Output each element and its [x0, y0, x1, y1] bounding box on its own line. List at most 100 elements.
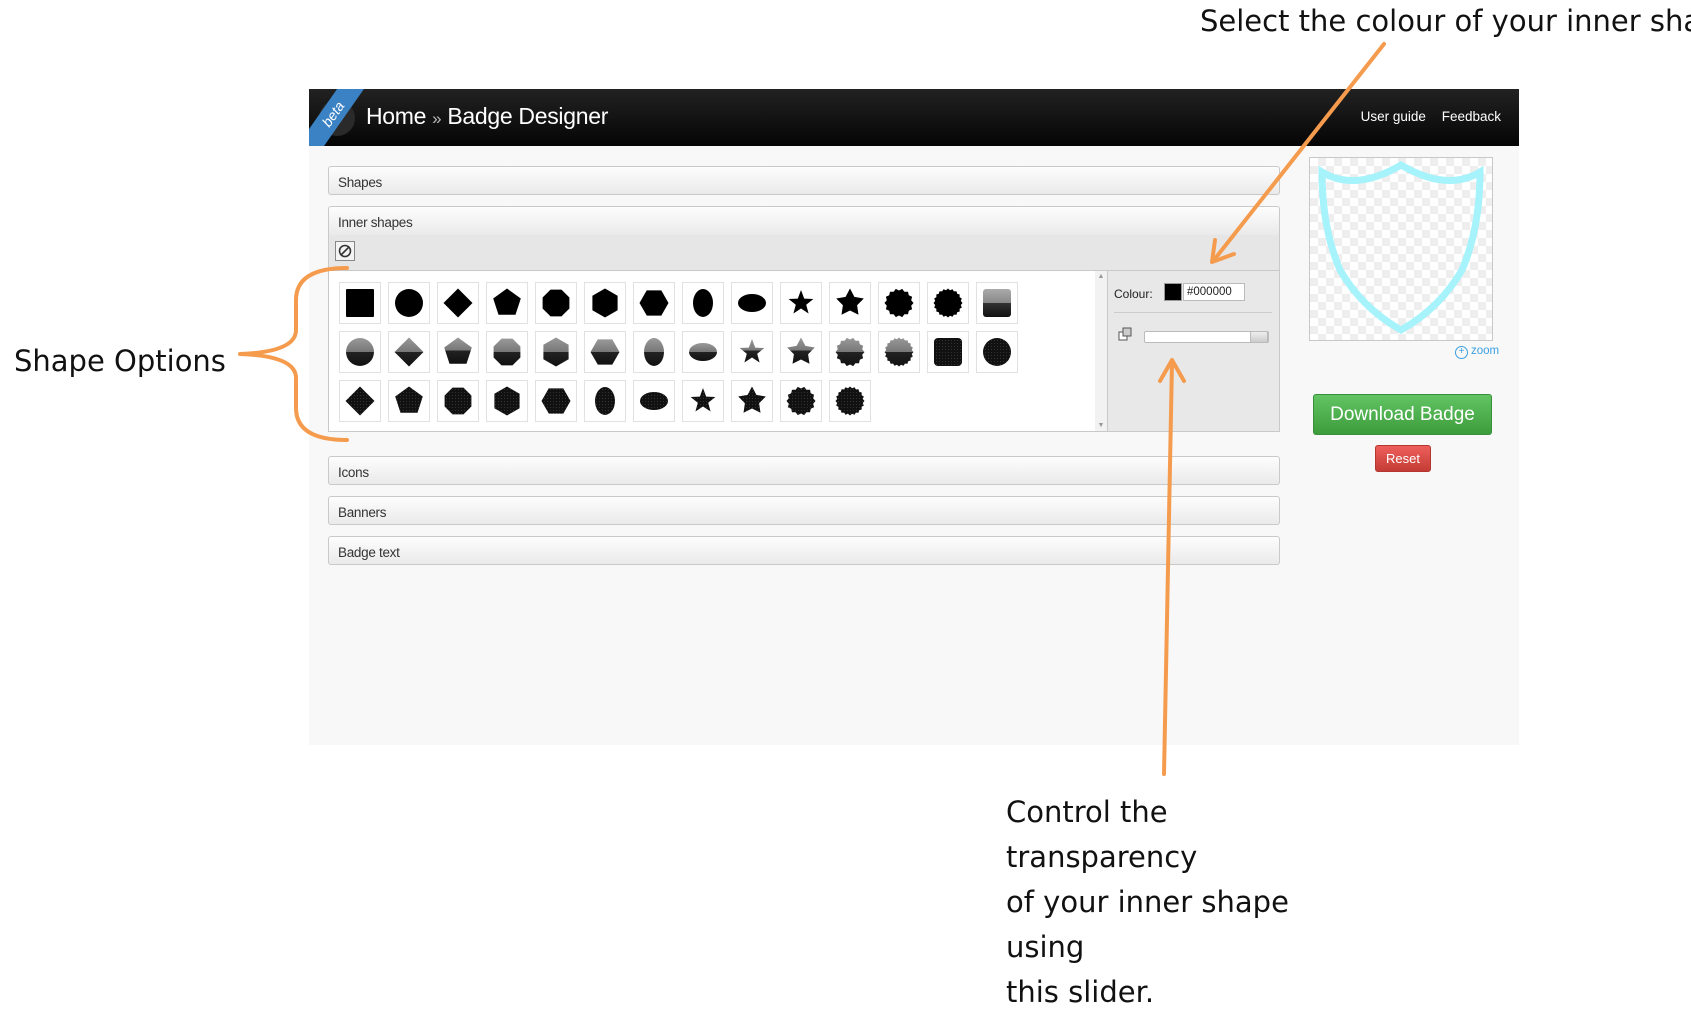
ellipse-v-gradient-icon: [644, 338, 664, 366]
opacity-icon: [1118, 327, 1132, 341]
octagon-texture-icon: [444, 387, 472, 415]
inner-shape-star5[interactable]: [780, 282, 822, 324]
scroll-up-icon[interactable]: ▲: [1097, 273, 1105, 280]
inner-shape-diamond[interactable]: [437, 282, 479, 324]
user-guide-link[interactable]: User guide: [1361, 109, 1426, 124]
inner-shape-hexagon-h-texture[interactable]: [535, 380, 577, 422]
breadcrumb: Home » Badge Designer: [366, 103, 608, 130]
download-badge-button[interactable]: Download Badge: [1313, 394, 1492, 435]
no-shape-icon: [338, 244, 352, 258]
circle-gradient-icon: [346, 338, 374, 366]
breadcrumb-home[interactable]: Home: [366, 103, 426, 129]
colour-swatch[interactable]: [1164, 283, 1182, 301]
hexagon-icon: [592, 288, 618, 318]
seal-gradient-icon: [835, 337, 865, 367]
breadcrumb-current: Badge Designer: [447, 103, 609, 129]
opacity-slider-handle[interactable]: [1250, 331, 1268, 343]
inner-shape-star6-texture[interactable]: [731, 380, 773, 422]
shield-preview-icon: [1318, 160, 1484, 335]
ellipse-v-icon: [693, 289, 713, 317]
inner-shape-diamond-gradient[interactable]: [388, 331, 430, 373]
section-icons[interactable]: Icons: [328, 456, 1280, 485]
inner-shapes-panel: ▲ ▼ Colour: #000000: [328, 235, 1280, 432]
inner-shape-octagon-texture[interactable]: [437, 380, 479, 422]
inner-shape-octagon-gradient[interactable]: [486, 331, 528, 373]
square-icon: [346, 289, 374, 317]
inner-shape-ellipse-v-gradient[interactable]: [633, 331, 675, 373]
hexagon-texture-icon: [494, 386, 520, 416]
section-inner-shapes[interactable]: Inner shapes: [328, 206, 1280, 235]
inner-shape-seal-fine-gradient[interactable]: [878, 331, 920, 373]
star6-gradient-icon: [787, 337, 815, 364]
diamond-texture-icon: [345, 386, 375, 416]
square-gradient-icon: [983, 289, 1011, 317]
section-shapes[interactable]: Shapes: [328, 166, 1280, 195]
inner-shape-pentagon[interactable]: [486, 282, 528, 324]
colour-input[interactable]: #000000: [1183, 283, 1245, 301]
inner-shape-ellipse-v-texture[interactable]: [584, 380, 626, 422]
inner-shape-seal-gradient[interactable]: [829, 331, 871, 373]
badge-preview: [1309, 157, 1493, 341]
inner-shape-ellipse-h[interactable]: [731, 282, 773, 324]
inner-shape-circle-texture[interactable]: [976, 331, 1018, 373]
inner-shape-circle[interactable]: [388, 282, 430, 324]
octagon-gradient-icon: [493, 338, 521, 366]
no-shape-button[interactable]: [335, 241, 355, 261]
square-texture-icon: [934, 338, 962, 366]
inner-shape-square[interactable]: [339, 282, 381, 324]
inner-shape-hexagon[interactable]: [584, 282, 626, 324]
circle-icon: [395, 289, 423, 317]
breadcrumb-separator: »: [432, 109, 442, 128]
beta-ribbon: beta: [309, 89, 371, 146]
ellipse-h-texture-icon: [640, 392, 668, 410]
inner-shape-seal-texture[interactable]: [780, 380, 822, 422]
controls-divider: [1114, 312, 1272, 313]
inner-shape-hexagon-gradient[interactable]: [535, 331, 577, 373]
section-banners[interactable]: Banners: [328, 496, 1280, 525]
zoom-plus-icon: +: [1455, 346, 1468, 359]
section-badge-text[interactable]: Badge text: [328, 536, 1280, 565]
inner-shape-ellipse-h-gradient[interactable]: [682, 331, 724, 373]
octagon-icon: [542, 289, 570, 317]
inner-shape-star5-gradient[interactable]: [731, 331, 773, 373]
inner-shape-controls: Colour: #000000: [1108, 271, 1279, 431]
opacity-slider[interactable]: [1144, 331, 1269, 343]
inner-shape-star6-gradient[interactable]: [780, 331, 822, 373]
inner-shape-hexagon-h-gradient[interactable]: [584, 331, 626, 373]
annotation-transparency-line-1: Control the transparency: [1006, 795, 1198, 874]
inner-shape-seal[interactable]: [878, 282, 920, 324]
hexagon-h-icon: [639, 290, 669, 316]
inner-shape-hexagon-texture[interactable]: [486, 380, 528, 422]
inner-shape-seal-fine[interactable]: [927, 282, 969, 324]
shape-grid-area: ▲ ▼: [329, 271, 1108, 431]
seal-fine-texture-icon: [835, 386, 865, 416]
inner-shape-ellipse-h-texture[interactable]: [633, 380, 675, 422]
badge-designer-app: beta Home » Badge Designer User guide Feed…: [309, 89, 1519, 745]
seal-texture-icon: [786, 386, 816, 416]
inner-shape-star6[interactable]: [829, 282, 871, 324]
diamond-icon: [443, 288, 473, 318]
inner-shape-pentagon-gradient[interactable]: [437, 331, 479, 373]
inner-shape-square-texture[interactable]: [927, 331, 969, 373]
top-navbar: beta Home » Badge Designer User guide Feed…: [309, 89, 1519, 146]
seal-fine-icon: [933, 288, 963, 318]
annotation-colour: Select the colour of your inner shape: [1200, 4, 1691, 38]
inner-shape-seal-fine-texture[interactable]: [829, 380, 871, 422]
scrollbar[interactable]: ▲ ▼: [1095, 271, 1107, 431]
ellipse-h-icon: [738, 294, 766, 312]
inner-shape-circle-gradient[interactable]: [339, 331, 381, 373]
pentagon-texture-icon: [395, 386, 423, 413]
scroll-down-icon[interactable]: ▼: [1097, 422, 1105, 429]
inner-shape-diamond-texture[interactable]: [339, 380, 381, 422]
zoom-link[interactable]: + zoom: [1455, 345, 1499, 359]
ellipse-v-texture-icon: [595, 387, 615, 415]
inner-shape-star5-texture[interactable]: [682, 380, 724, 422]
feedback-link[interactable]: Feedback: [1442, 109, 1501, 124]
inner-shape-ellipse-v[interactable]: [682, 282, 724, 324]
star5-gradient-icon: [739, 339, 765, 363]
inner-shape-pentagon-texture[interactable]: [388, 380, 430, 422]
inner-shape-octagon[interactable]: [535, 282, 577, 324]
reset-button[interactable]: Reset: [1375, 445, 1431, 472]
inner-shape-square-gradient[interactable]: [976, 282, 1018, 324]
inner-shape-hexagon-h[interactable]: [633, 282, 675, 324]
